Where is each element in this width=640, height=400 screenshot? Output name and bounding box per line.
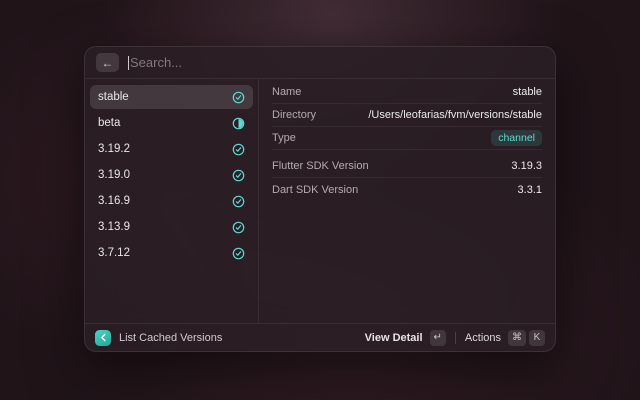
back-button[interactable]: ← [96,53,119,72]
version-label: 3.16.9 [98,195,130,207]
detail-label: Directory [272,109,316,121]
version-label: stable [98,91,129,103]
detail-label: Flutter SDK Version [272,160,369,172]
version-list-item[interactable]: beta [90,111,253,135]
version-list-item[interactable]: stable [90,85,253,109]
detail-value: /Users/leofarias/fvm/versions/stable [368,109,542,121]
arrow-left-icon: ← [102,57,114,69]
detail-row: Flutter SDK Version 3.19.3 [272,155,542,178]
detail-row: Dart SDK Version 3.3.1 [272,178,542,201]
text-caret [128,56,129,70]
version-label: 3.7.12 [98,247,130,259]
search-input[interactable]: Search... [128,55,544,70]
footer-bar: List Cached Versions View Detail ↵ Actio… [85,323,555,351]
command-title: List Cached Versions [119,332,222,344]
detail-row: Name stable [272,81,542,104]
detail-value: 3.3.1 [518,184,542,196]
launcher-window: ← Search... stable beta 3.19.2 3.19.0 3.… [84,46,556,352]
enter-key-icon: ↵ [430,330,446,346]
check-circle-icon [232,247,245,260]
version-list-item[interactable]: 3.19.2 [90,137,253,161]
check-circle-icon [232,195,245,208]
version-list-item[interactable]: 3.19.0 [90,163,253,187]
detail-row: Type channel [272,127,542,150]
main-content: stable beta 3.19.2 3.19.0 3.16.9 3.13.9 … [85,79,555,323]
search-placeholder: Search... [130,55,182,70]
search-bar: ← Search... [85,47,555,79]
command-key-icon: ⌘ [508,330,526,346]
version-label: 3.13.9 [98,221,130,233]
detail-label: Name [272,86,301,98]
version-label: 3.19.2 [98,143,130,155]
fvm-app-icon [95,330,111,346]
chevron-left-icon [98,332,109,343]
version-list-item[interactable]: 3.16.9 [90,189,253,213]
type-badge: channel [491,130,542,146]
key-k: K [529,330,545,346]
version-list-item[interactable]: 3.7.12 [90,241,253,265]
actions-shortcut: ⌘K [508,330,545,346]
version-list-item[interactable]: 3.13.9 [90,215,253,239]
version-label: beta [98,117,120,129]
detail-row: Directory/Users/leofarias/fvm/versions/s… [272,104,542,127]
footer-actions: View Detail ↵ Actions ⌘K [365,330,545,346]
detail-value: stable [513,86,542,98]
check-circle-icon [232,169,245,182]
detail-label: Type [272,132,296,144]
detail-panel: Name stable Directory/Users/leofarias/fvm/… [259,79,555,323]
check-circle-icon [232,143,245,156]
version-label: 3.19.0 [98,169,130,181]
check-circle-icon [232,91,245,104]
check-circle-icon [232,221,245,234]
footer-divider [455,332,456,344]
detail-value: 3.19.3 [511,160,542,172]
detail-label: Dart SDK Version [272,184,358,196]
half-circle-icon [232,117,245,130]
view-detail-button[interactable]: View Detail [365,332,423,344]
actions-button[interactable]: Actions [465,332,501,344]
version-list: stable beta 3.19.2 3.19.0 3.16.9 3.13.9 … [85,79,259,323]
